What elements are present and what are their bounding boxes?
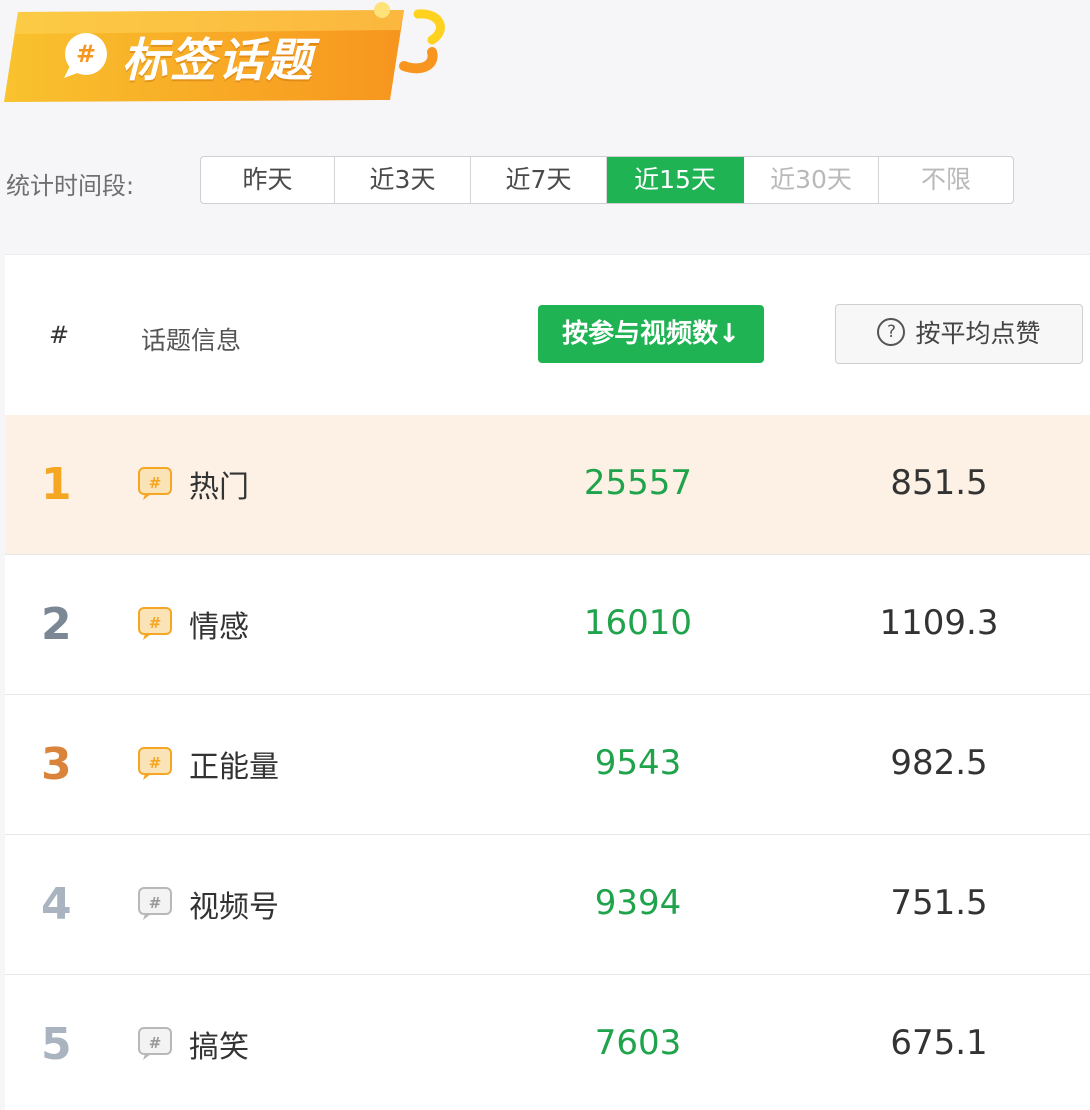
hashtag-bubble-icon: #: [138, 467, 172, 500]
topic-name[interactable]: 情感: [189, 602, 249, 646]
participating-videos-count: 7603: [594, 1023, 682, 1063]
hashtag-bubble-icon: #: [138, 747, 172, 780]
table-row[interactable]: 1 # 热门 25557 851.5: [5, 415, 1090, 555]
topic-name[interactable]: 正能量: [189, 742, 279, 786]
hashtag-bubble-icon: #: [138, 1027, 172, 1060]
participating-videos-count: 9394: [594, 883, 682, 923]
banner-title: 标签话题: [122, 33, 314, 87]
period-option-yesterday[interactable]: 昨天: [201, 157, 335, 203]
sort-by-avg-likes-button[interactable]: ? 按平均点赞: [835, 304, 1083, 364]
period-filter-label: 统计时间段:: [6, 172, 135, 200]
average-likes-value: 675.1: [890, 1023, 988, 1063]
sort-by-avg-likes-label: 按平均点赞: [915, 319, 1041, 348]
svg-text:#: #: [76, 40, 96, 68]
hashtag-badge-icon: #: [64, 33, 107, 78]
period-option-7-days[interactable]: 近7天: [471, 157, 607, 203]
rank-number: 1: [41, 459, 72, 510]
period-option-30-days: 近30天: [744, 157, 879, 203]
period-option-15-days[interactable]: 近15天: [607, 157, 744, 203]
rank-number: 2: [41, 599, 72, 650]
average-likes-value: 1109.3: [879, 603, 999, 643]
table-header: # 话题信息 按参与视频数↓ ? 按平均点赞: [5, 255, 1090, 415]
topic-name[interactable]: 搞笑: [189, 1022, 249, 1066]
participating-videos-count: 25557: [583, 463, 693, 503]
topic-ranking-table: # 话题信息 按参与视频数↓ ? 按平均点赞 1 # 热门 25557 851.5: [5, 254, 1090, 1110]
topic-column-header: 话题信息: [141, 326, 242, 355]
sort-by-videos-label: 按参与视频数: [562, 319, 719, 349]
period-option-unlimited: 不限: [920, 165, 971, 194]
period-filter: 统计时间段: 昨天 近3天 近7天 近15天 近30天 不限: [0, 150, 1090, 210]
svg-text:#: #: [149, 474, 162, 492]
hashtag-bubble-icon: #: [138, 607, 172, 640]
participating-videos-count: 9543: [594, 743, 682, 783]
period-option-3-days[interactable]: 近3天: [335, 157, 471, 203]
rank-column-header: #: [49, 321, 70, 349]
sort-desc-arrow-icon: ↓: [718, 319, 740, 349]
help-circle-icon[interactable]: ?: [877, 318, 906, 346]
table-body: 1 # 热门 25557 851.5 2 # 情感 16010 1109.3 3…: [5, 415, 1090, 1110]
average-likes-value: 982.5: [890, 743, 988, 783]
average-likes-value: 851.5: [890, 463, 988, 503]
page: # 标签话题 统计时间段: 昨天 近3天 近7天 近15天 近30天 不限 # …: [0, 0, 1090, 1110]
hashtag-bubble-icon: #: [138, 887, 172, 920]
topic-name[interactable]: 视频号: [189, 882, 279, 926]
svg-text:#: #: [149, 754, 162, 772]
rank-number: 5: [41, 1019, 72, 1070]
participating-videos-count: 16010: [583, 603, 693, 643]
rank-number: 3: [41, 739, 72, 790]
average-likes-value: 751.5: [890, 883, 988, 923]
topic-tags-banner: # 标签话题: [0, 0, 470, 110]
table-row[interactable]: 5 # 搞笑 7603 675.1: [5, 975, 1090, 1110]
table-row[interactable]: 4 # 视频号 9394 751.5: [5, 835, 1090, 975]
table-row[interactable]: 3 # 正能量 9543 982.5: [5, 695, 1090, 835]
svg-text:#: #: [149, 614, 162, 632]
topic-name[interactable]: 热门: [189, 462, 249, 506]
rank-number: 4: [41, 879, 72, 930]
period-segmented-control: 昨天 近3天 近7天 近15天 近30天 不限: [200, 156, 1014, 204]
table-row[interactable]: 2 # 情感 16010 1109.3: [5, 555, 1090, 695]
sort-by-videos-button[interactable]: 按参与视频数↓: [538, 305, 764, 363]
svg-text:#: #: [149, 894, 162, 912]
svg-text:#: #: [149, 1034, 162, 1052]
